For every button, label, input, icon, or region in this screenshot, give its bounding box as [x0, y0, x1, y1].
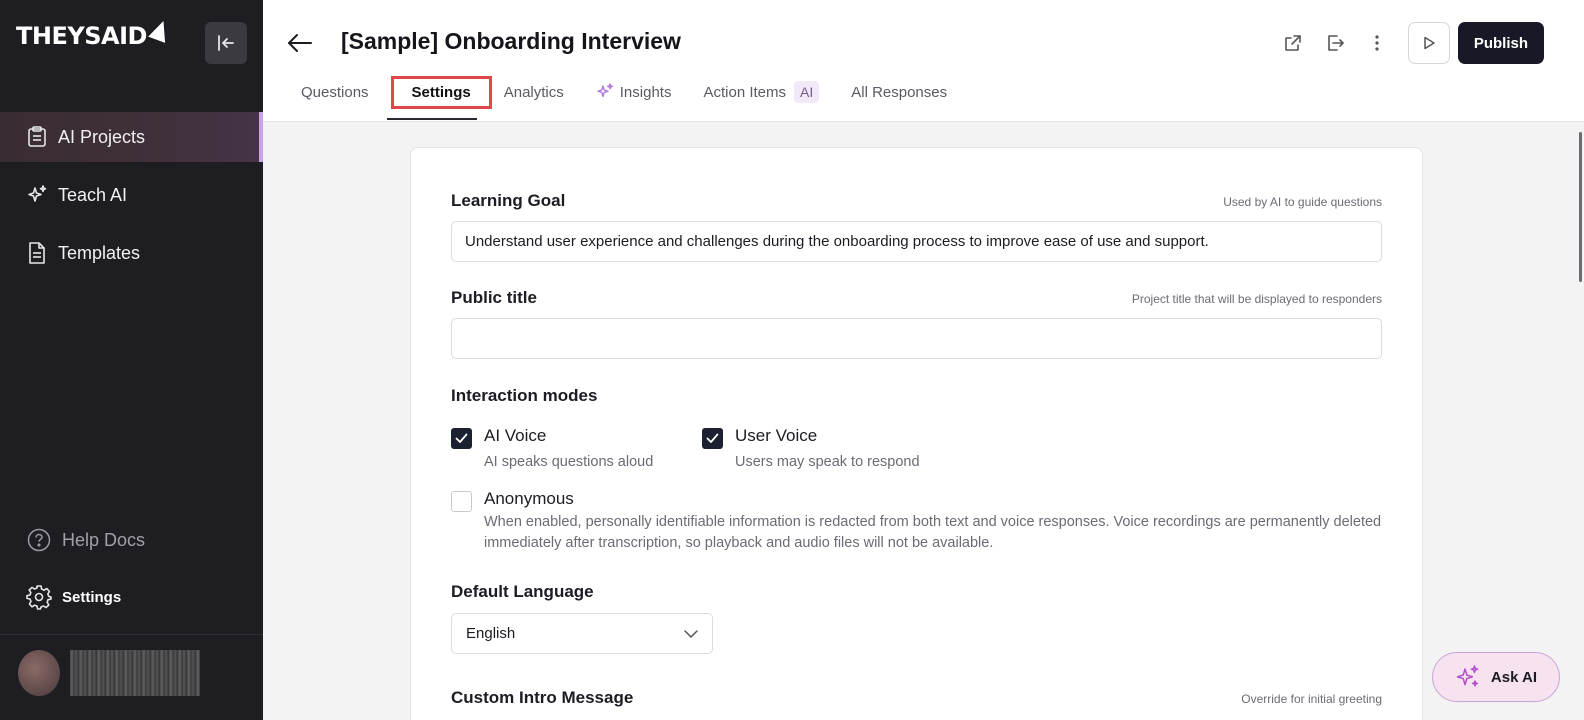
logo[interactable]: THEYSAID	[16, 17, 172, 50]
ai-voice-desc: AI speaks questions aloud	[484, 454, 654, 470]
top-bar: [Sample] Onboarding Interview Publish Qu…	[263, 0, 1584, 122]
more-vertical-icon	[1375, 35, 1379, 51]
anonymous-title: Anonymous	[484, 489, 574, 508]
settings-label: Settings	[62, 588, 122, 606]
sidebar-item-ai-projects[interactable]: AI Projects	[0, 112, 263, 162]
page-scrollbar[interactable]	[1579, 132, 1582, 282]
anonymous-checkbox[interactable]	[451, 491, 472, 512]
learning-goal-input[interactable]	[451, 221, 1382, 262]
public-title-label: Public title	[451, 288, 537, 307]
custom-intro-label: Custom Intro Message	[451, 688, 634, 707]
user-voice-checkbox[interactable]	[702, 428, 723, 449]
tab-all-responses[interactable]: All Responses	[851, 84, 947, 101]
publish-button[interactable]: Publish	[1457, 22, 1544, 64]
collapse-sidebar-button[interactable]	[205, 22, 247, 64]
tab-questions[interactable]: Questions	[301, 84, 369, 101]
arrow-left-icon	[288, 34, 312, 52]
gear-icon	[26, 584, 52, 610]
tab-settings[interactable]: Settings	[390, 75, 492, 109]
sidebar: THEYSAID AI Projects Teach AI Templates	[0, 0, 263, 720]
sidebar-item-label: AI Projects	[58, 126, 146, 147]
tab-bar: Questions Settings Analytics Insights Ac…	[301, 75, 979, 109]
share-button[interactable]	[1278, 22, 1308, 64]
export-button[interactable]	[1320, 22, 1350, 64]
share-icon	[1285, 35, 1301, 51]
sidebar-item-label: Teach AI	[58, 184, 128, 205]
tab-label: Action Items	[703, 83, 786, 101]
anonymous-option[interactable]: Anonymous When enabled, personally ident…	[451, 489, 1391, 554]
sparkle-icon	[596, 83, 614, 101]
export-icon	[1328, 35, 1344, 51]
preview-button[interactable]	[1407, 22, 1450, 64]
custom-intro-hint: Override for initial greeting	[1241, 692, 1382, 706]
learning-goal-label: Learning Goal	[451, 191, 566, 210]
user-voice-desc: Users may speak to respond	[735, 454, 920, 470]
ai-voice-title: AI Voice	[484, 426, 547, 445]
ask-ai-label: Ask AI	[1490, 668, 1538, 686]
help-docs-link[interactable]: Help Docs	[26, 527, 145, 553]
tab-analytics[interactable]: Analytics	[504, 84, 564, 101]
default-language-select[interactable]: English	[451, 613, 713, 654]
clipboard-icon	[26, 126, 48, 148]
anonymous-desc: When enabled, personally identifiable in…	[484, 514, 1382, 551]
logo-text: THEYSAID	[16, 22, 147, 50]
settings-link[interactable]: Settings	[26, 584, 121, 610]
document-icon	[26, 242, 48, 264]
toolbar: Publish	[1278, 22, 1544, 64]
interaction-modes-label: Interaction modes	[451, 386, 598, 405]
tab-insights[interactable]: Insights	[596, 83, 672, 101]
check-icon	[706, 433, 719, 443]
more-options-button[interactable]	[1362, 22, 1392, 64]
back-button[interactable]	[285, 28, 315, 58]
sparkle-icon	[26, 184, 48, 206]
active-tab-underline	[387, 118, 477, 120]
sparkle-icon	[1455, 664, 1481, 690]
ask-ai-button[interactable]: Ask AI	[1432, 652, 1560, 702]
user-name-redacted	[70, 650, 200, 696]
sidebar-item-label: Templates	[58, 242, 141, 263]
settings-card: Learning Goal Used by AI to guide questi…	[410, 147, 1423, 720]
ai-badge: AI	[794, 81, 820, 103]
page-title: [Sample] Onboarding Interview	[341, 28, 681, 54]
default-language-value: English	[466, 625, 516, 642]
logo-mark-icon	[148, 17, 172, 43]
sidebar-nav: AI Projects Teach AI Templates	[0, 112, 263, 286]
public-title-hint: Project title that will be displayed to …	[1131, 292, 1382, 306]
sidebar-item-teach-ai[interactable]: Teach AI	[0, 170, 263, 220]
chevron-down-icon	[684, 629, 698, 638]
sidebar-divider	[0, 634, 263, 635]
ai-voice-checkbox[interactable]	[451, 428, 472, 449]
user-voice-title: User Voice	[735, 426, 818, 445]
check-icon	[455, 433, 468, 443]
public-title-input[interactable]	[451, 318, 1382, 359]
avatar[interactable]	[18, 650, 60, 696]
tab-action-items[interactable]: Action Items AI	[703, 81, 820, 103]
ai-voice-option[interactable]: AI Voice AI speaks questions aloud	[451, 426, 653, 473]
help-docs-label: Help Docs	[62, 529, 146, 550]
user-voice-option[interactable]: User Voice Users may speak to respond	[702, 426, 920, 473]
collapse-icon	[218, 35, 234, 51]
learning-goal-hint: Used by AI to guide questions	[1223, 195, 1382, 209]
tab-label: Insights	[619, 83, 672, 101]
play-icon	[1424, 36, 1435, 50]
help-icon	[26, 527, 52, 553]
default-language-label: Default Language	[451, 582, 594, 601]
sidebar-item-templates[interactable]: Templates	[0, 228, 263, 278]
